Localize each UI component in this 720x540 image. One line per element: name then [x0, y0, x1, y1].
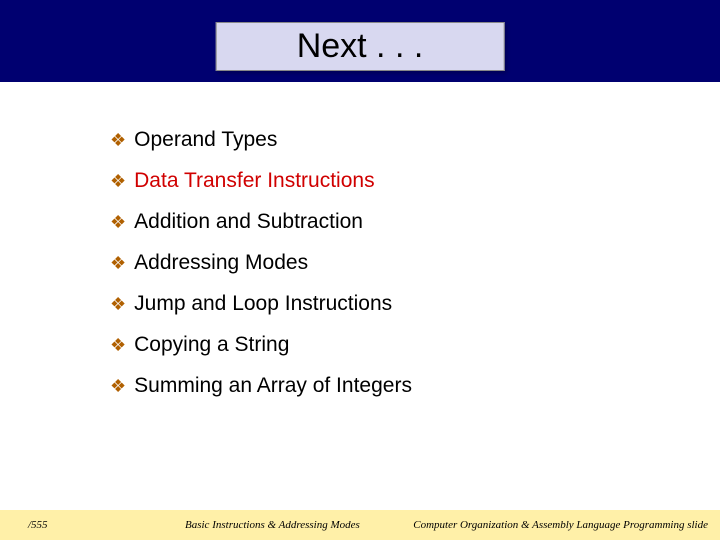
content-list: ❖ Operand Types ❖ Data Transfer Instruct… [110, 128, 412, 415]
item-label: Jump and Loop Instructions [134, 292, 392, 316]
diamond-bullet-icon: ❖ [110, 171, 126, 192]
footer-center-text: Basic Instructions & Addressing Modes [185, 519, 360, 531]
diamond-bullet-icon: ❖ [110, 376, 126, 397]
list-item: ❖ Addressing Modes [110, 251, 412, 275]
list-item: ❖ Operand Types [110, 128, 412, 152]
footer-bar: /555 Basic Instructions & Addressing Mod… [0, 510, 720, 540]
slide-title: Next . . . [216, 22, 505, 71]
item-label: Addition and Subtraction [134, 210, 363, 234]
diamond-bullet-icon: ❖ [110, 335, 126, 356]
list-item: ❖ Data Transfer Instructions [110, 169, 412, 193]
diamond-bullet-icon: ❖ [110, 294, 126, 315]
footer-page-number: /555 [28, 519, 48, 531]
item-label: Operand Types [134, 128, 277, 152]
item-label: Data Transfer Instructions [134, 169, 374, 193]
list-item: ❖ Jump and Loop Instructions [110, 292, 412, 316]
list-item: ❖ Summing an Array of Integers [110, 374, 412, 398]
list-item: ❖ Addition and Subtraction [110, 210, 412, 234]
diamond-bullet-icon: ❖ [110, 253, 126, 274]
item-label: Addressing Modes [134, 251, 308, 275]
footer-right-text: Computer Organization & Assembly Languag… [413, 519, 708, 531]
diamond-bullet-icon: ❖ [110, 130, 126, 151]
list-item: ❖ Copying a String [110, 333, 412, 357]
diamond-bullet-icon: ❖ [110, 212, 126, 233]
header-bar: Next . . . [0, 0, 720, 82]
item-label: Summing an Array of Integers [134, 374, 412, 398]
item-label: Copying a String [134, 333, 289, 357]
